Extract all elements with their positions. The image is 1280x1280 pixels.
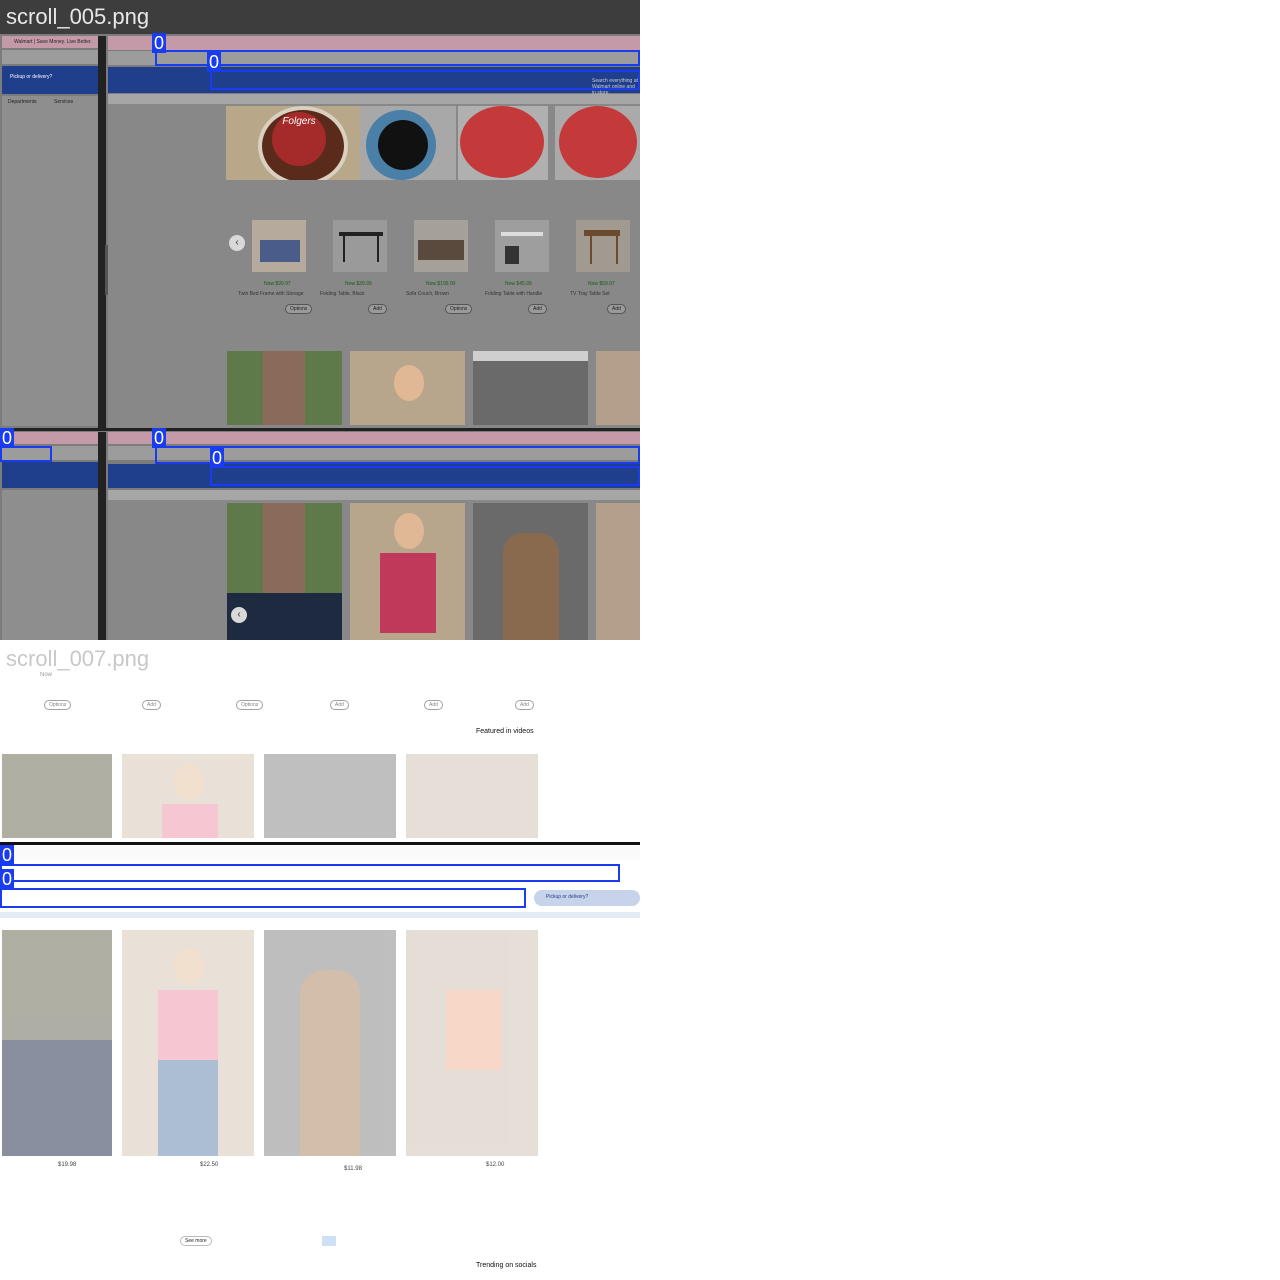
sidebar-item-services[interactable]: Services [54, 99, 73, 105]
video-card[interactable] [2, 930, 112, 1156]
panel-title: scroll_007.png [6, 646, 150, 671]
video-thumbnail[interactable] [2, 754, 112, 838]
video-thumbnail[interactable] [350, 503, 465, 640]
options-button[interactable]: Options [445, 304, 473, 314]
video-price: $19.98 [58, 1162, 77, 1168]
add-button[interactable]: Add [142, 700, 161, 710]
product-price: Now $199.00 [426, 281, 456, 287]
video-card[interactable] [122, 930, 254, 1156]
coffee-cup-image[interactable] [360, 106, 456, 180]
section-heading: Featured in videos [476, 728, 534, 735]
options-button[interactable]: Options [44, 700, 72, 710]
address-bar-highlight[interactable] [0, 864, 620, 882]
video-thumbnail[interactable] [596, 503, 640, 640]
product-image[interactable] [252, 220, 306, 272]
address-bar-highlight[interactable] [155, 446, 640, 464]
add-button[interactable]: Add [368, 304, 387, 314]
see-more-button[interactable]: See more [180, 1236, 212, 1246]
search-input[interactable] [210, 466, 640, 486]
add-button[interactable]: Add [424, 700, 443, 710]
right-tab-strip [108, 432, 640, 444]
video-thumbnail[interactable] [596, 351, 640, 425]
annotation-marker: 0 [207, 52, 222, 72]
trending-heading: Trending on socials [476, 1262, 537, 1269]
pagination-indicator[interactable] [322, 1236, 336, 1246]
annotation-marker: 0 [152, 33, 167, 53]
window-divider[interactable] [98, 432, 106, 640]
annotation-marker: 0 [0, 845, 15, 865]
product-title[interactable]: Sofa Couch, Brown [406, 291, 449, 297]
video-price: $22.50 [200, 1162, 219, 1168]
pickup-delivery-note: Pickup or delivery? [546, 894, 589, 900]
annotation-marker: 0 [210, 448, 225, 468]
product-price: Now $39.99 [345, 281, 372, 287]
add-button[interactable]: Add [528, 304, 547, 314]
product-image[interactable] [576, 220, 630, 272]
left-tab-strip [2, 432, 98, 444]
coffee-pods-image[interactable] [458, 106, 548, 180]
right-tab-strip [108, 36, 640, 50]
options-button[interactable]: Options [285, 304, 313, 314]
product-title[interactable]: Folding Table with Handle [485, 291, 542, 297]
video-thumbnail[interactable] [473, 351, 588, 425]
product-title[interactable]: Folding Table, Black [320, 291, 365, 297]
add-button[interactable]: Add [515, 700, 534, 710]
tab-strip [0, 846, 640, 860]
search-input[interactable] [0, 888, 526, 908]
video-price: $11.98 [344, 1166, 362, 1172]
video-thumbnail[interactable] [122, 754, 254, 838]
add-button[interactable]: Add [330, 700, 349, 710]
product-image[interactable] [495, 220, 549, 272]
carousel-prev-button[interactable]: ‹ [229, 235, 245, 251]
panel-title: scroll_005.png [6, 4, 150, 29]
product-price: Now $59.97 [588, 281, 615, 287]
left-tab-strip: Walmart | Save Money. Live Better. [2, 36, 98, 48]
video-card[interactable] [406, 930, 538, 1156]
sidebar-item-departments[interactable]: Departments [8, 99, 37, 105]
window-split [0, 842, 640, 845]
pickup-delivery-note[interactable]: Pickup or delivery? [10, 74, 52, 80]
product-image[interactable] [414, 220, 468, 272]
video-thumbnail[interactable] [406, 754, 538, 838]
video-thumbnail[interactable] [264, 754, 396, 838]
annotation-marker: 0 [152, 428, 167, 448]
screenshot-panel-bottom: scroll_007.png Now Options Add Options A… [0, 640, 640, 1280]
annotation-marker: 0 [0, 869, 15, 889]
add-button[interactable]: Add [607, 304, 626, 314]
product-price: Now $45.99 [505, 281, 532, 287]
product-title[interactable]: Twin Bed Frame with Storage [238, 291, 304, 297]
category-subnav [108, 94, 640, 104]
left-address-highlight[interactable] [0, 446, 52, 462]
coffee-maker-image[interactable] [555, 106, 640, 180]
video-price: $12.00 [486, 1162, 505, 1168]
search-input[interactable]: Search everything at Walmart online and … [210, 70, 640, 96]
category-subnav [108, 490, 640, 500]
options-button[interactable]: Options [236, 700, 264, 710]
left-sidebar [2, 490, 98, 640]
window-divider[interactable] [98, 36, 106, 428]
video-card[interactable] [264, 930, 396, 1156]
address-bar-highlight[interactable] [155, 50, 640, 66]
screenshot-panel-top: scroll_005.png Walmart | Save Money. Liv… [0, 0, 640, 640]
product-title[interactable]: TV Tray Table Set [570, 291, 610, 297]
video-thumbnail[interactable] [350, 351, 465, 425]
video-thumbnail[interactable] [473, 503, 588, 640]
product-image[interactable] [333, 220, 387, 272]
product-price: Now $99.97 [264, 281, 291, 287]
annotation-marker: 0 [0, 428, 15, 448]
left-walmart-nav [2, 462, 98, 488]
pickup-delivery-pill[interactable]: Pickup or delivery? [534, 890, 640, 906]
left-toolbar [2, 50, 98, 64]
category-subnav [0, 912, 640, 918]
left-sidebar: Departments Services [2, 96, 98, 426]
tab-title[interactable]: Walmart | Save Money. Live Better. [14, 39, 92, 45]
window-split [0, 428, 640, 431]
left-walmart-nav: Pickup or delivery? [2, 66, 98, 94]
video-thumbnail[interactable] [227, 351, 342, 425]
video-thumbnail[interactable]: ‹ [227, 503, 342, 640]
folgers-banner-image[interactable]: Folgers [226, 106, 380, 180]
